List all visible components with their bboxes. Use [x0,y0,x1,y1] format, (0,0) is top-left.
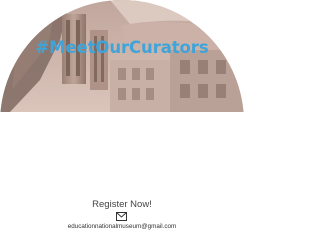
register-now-link[interactable]: Register Now! [0,199,244,210]
headline-hashtag: #MeetOurCurators [35,38,209,57]
curators-badge: #MeetOurCurators Register Now! education… [0,0,244,246]
contact-email[interactable]: educationnationalmuseum@gmail.com [0,223,244,230]
circle-frame: #MeetOurCurators Register Now! education… [0,0,244,246]
envelope-icon[interactable] [116,212,127,221]
